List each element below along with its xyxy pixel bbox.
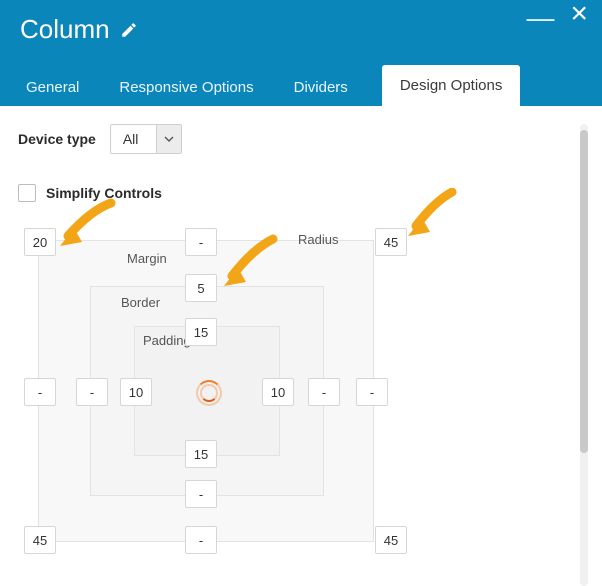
simplify-controls-checkbox[interactable] — [18, 184, 36, 202]
margin-top-input[interactable]: - — [185, 228, 217, 256]
dropdown-icon — [156, 125, 181, 153]
border-bottom-input[interactable]: - — [185, 480, 217, 508]
column-settings-window: Column — × General Responsive Options Di… — [0, 0, 602, 586]
simplify-controls-label: Simplify Controls — [46, 185, 162, 201]
tab-responsive[interactable]: Responsive Options — [113, 69, 259, 106]
padding-top-input[interactable]: 15 — [185, 318, 217, 346]
margin-right-input[interactable]: - — [356, 378, 388, 406]
radius-bottom-left-input[interactable]: 45 — [24, 526, 56, 554]
design-options-pane: Device type All Simplify Controls Margin — [18, 124, 574, 586]
border-left-input[interactable]: - — [76, 378, 108, 406]
device-type-row: Device type All — [18, 124, 574, 154]
dialog-body: Device type All Simplify Controls Margin — [0, 106, 602, 586]
margin-left-input[interactable]: - — [24, 378, 56, 406]
content-area-icon — [196, 380, 220, 404]
box-model-editor: Margin Border Padding Radius 20 45 45 45… — [18, 228, 574, 568]
padding-bottom-input[interactable]: 15 — [185, 440, 217, 468]
radius-top-right-input[interactable]: 45 — [375, 228, 407, 256]
border-label: Border — [121, 295, 160, 310]
tab-design[interactable]: Design Options — [382, 65, 521, 106]
vertical-scrollbar[interactable] — [580, 124, 588, 586]
scrollbar-thumb[interactable] — [580, 130, 588, 453]
tab-dividers[interactable]: Dividers — [288, 69, 354, 106]
padding-label: Padding — [143, 333, 191, 348]
radius-bottom-right-input[interactable]: 45 — [375, 526, 407, 554]
device-type-label: Device type — [18, 131, 96, 147]
device-type-select[interactable]: All — [110, 124, 183, 154]
simplify-controls-row: Simplify Controls — [18, 184, 574, 202]
dialog-header: Column — × General Responsive Options Di… — [0, 0, 602, 106]
border-right-input[interactable]: - — [308, 378, 340, 406]
padding-left-input[interactable]: 10 — [120, 378, 152, 406]
tab-bar: General Responsive Options Dividers Desi… — [20, 65, 520, 106]
edit-title-icon[interactable] — [120, 21, 138, 39]
radius-top-left-input[interactable]: 20 — [24, 228, 56, 256]
margin-label: Margin — [127, 251, 167, 266]
padding-right-input[interactable]: 10 — [262, 378, 294, 406]
device-type-value: All — [111, 131, 157, 147]
tab-general[interactable]: General — [20, 69, 85, 106]
margin-bottom-input[interactable]: - — [185, 526, 217, 554]
border-top-input[interactable]: 5 — [185, 274, 217, 302]
dialog-title: Column — [20, 14, 110, 45]
radius-label: Radius — [298, 232, 338, 247]
